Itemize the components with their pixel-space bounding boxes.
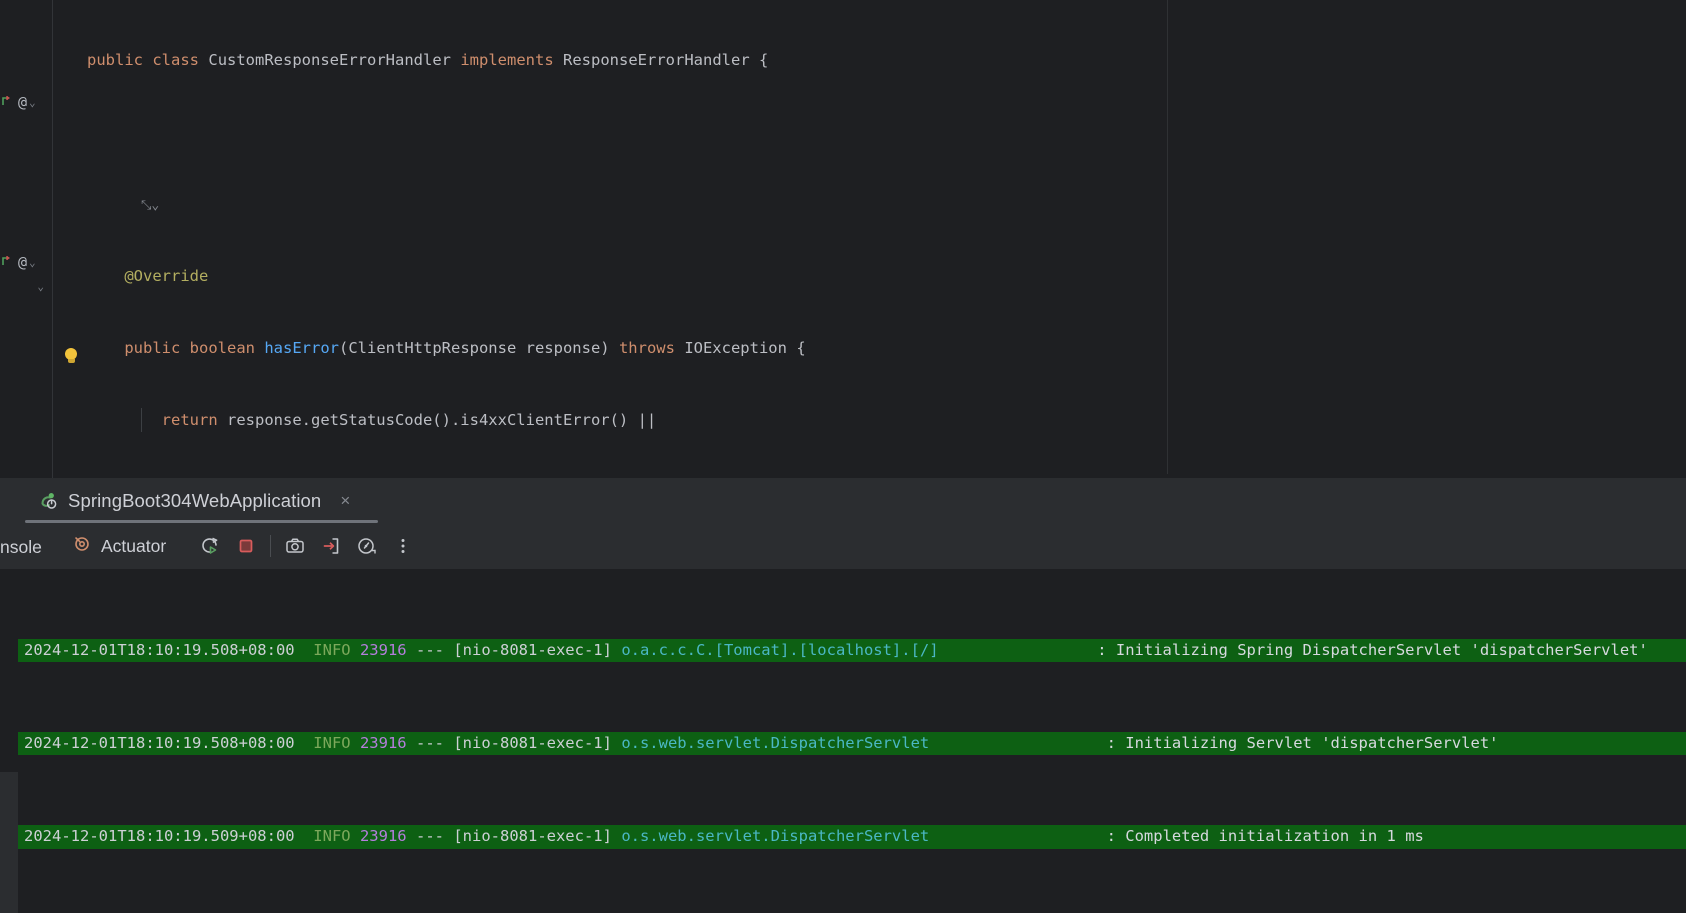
gutter-fold-chevron[interactable]: ⌄ xyxy=(0,274,52,298)
gutter-override-marker-haserror[interactable]: @ ⌄ xyxy=(0,90,52,114)
log-message: : Completed initialization in 1 ms xyxy=(1106,827,1424,846)
log-separator: --- xyxy=(415,734,444,753)
code-content[interactable]: public class CustomResponseErrorHandler … xyxy=(53,0,1686,913)
log-timestamp: 2024-12-01T18:10:19.509+08:00 xyxy=(24,827,295,846)
run-tab-bar: SpringBoot304WebApplication × xyxy=(0,478,1686,523)
code-line: return response.getStatusCode().is4xxCli… xyxy=(53,408,1686,432)
console-output[interactable]: 2024-12-01T18:10:19.508+08:00 INFO 23916… xyxy=(18,569,1686,913)
log-logger: o.s.web.servlet.DispatcherServlet xyxy=(621,827,930,846)
close-icon[interactable]: × xyxy=(340,492,350,509)
override-at-icon[interactable]: @ xyxy=(18,253,27,271)
run-tab-label: SpringBoot304WebApplication xyxy=(68,489,322,511)
log-logger: o.a.c.c.C.[Tomcat].[localhost].[/] xyxy=(621,640,939,659)
implemented-method-icon[interactable] xyxy=(0,94,16,110)
gutter-override-marker-handleerror[interactable]: @ ⌄ xyxy=(0,250,52,274)
log-row: 2024-12-01T18:10:19.509+08:00 INFO 23916… xyxy=(18,825,1686,849)
more-options-button[interactable] xyxy=(385,531,421,561)
run-tool-window: SpringBoot304WebApplication × nsole Actu… xyxy=(0,478,1686,913)
log-message: : Initializing Spring DispatcherServlet … xyxy=(1097,640,1648,659)
tab-console[interactable]: nsole xyxy=(0,537,42,558)
actuator-icon xyxy=(70,533,92,559)
dump-threads-button[interactable] xyxy=(313,531,349,561)
log-pid: 23916 xyxy=(359,640,407,659)
editor-gutter[interactable]: @ ⌄ @ ⌄ ⌄ xyxy=(0,0,52,478)
log-pid: 23916 xyxy=(359,827,407,846)
log-thread: [nio-8081-exec-1] xyxy=(453,734,612,753)
ide-window: @ ⌄ @ ⌄ ⌄ public class CustomResponseErr… xyxy=(0,0,1686,913)
log-separator: --- xyxy=(415,640,444,659)
log-message: : Initializing Servlet 'dispatcherServle… xyxy=(1106,734,1499,753)
screenshot-button[interactable] xyxy=(277,531,313,561)
log-separator: --- xyxy=(415,827,444,846)
profiler-button[interactable] xyxy=(349,531,385,561)
chevron-down-icon[interactable]: ⌄ xyxy=(29,256,36,269)
spring-boot-run-icon xyxy=(39,491,59,511)
log-row: 2024-12-01T18:10:19.508+08:00 INFO 23916… xyxy=(18,732,1686,756)
log-thread: [nio-8081-exec-1] xyxy=(453,827,612,846)
run-toolbar: nsole Actuator xyxy=(0,523,1686,569)
override-at-icon[interactable]: @ xyxy=(18,93,27,111)
run-toolbar-buttons xyxy=(192,531,421,561)
stop-button[interactable] xyxy=(228,531,264,561)
log-timestamp: 2024-12-01T18:10:19.508+08:00 xyxy=(24,640,295,659)
run-tab-springboot304webapplication[interactable]: SpringBoot304WebApplication × xyxy=(25,478,362,523)
log-logger: o.s.web.servlet.DispatcherServlet xyxy=(621,734,930,753)
log-level: INFO xyxy=(313,734,351,753)
code-line: public class CustomResponseErrorHandler … xyxy=(87,51,769,69)
chevron-down-icon[interactable]: ⌄ xyxy=(37,280,44,293)
code-line-fold-marker[interactable]: ⤡⌄ xyxy=(53,192,1686,216)
toolbar-separator xyxy=(270,535,271,557)
tab-actuator[interactable]: Actuator xyxy=(70,531,166,561)
log-level: INFO xyxy=(313,640,351,659)
log-level: INFO xyxy=(313,827,351,846)
code-line: public boolean hasError(ClientHttpRespon… xyxy=(124,339,806,357)
actuator-label: Actuator xyxy=(101,535,167,556)
log-thread: [nio-8081-exec-1] xyxy=(453,640,612,659)
log-timestamp: 2024-12-01T18:10:19.508+08:00 xyxy=(24,734,295,753)
code-editor[interactable]: @ ⌄ @ ⌄ ⌄ public class CustomResponseErr… xyxy=(0,0,1686,913)
log-pid: 23916 xyxy=(359,734,407,753)
log-row: 2024-12-01T18:10:19.508+08:00 INFO 23916… xyxy=(18,638,1686,663)
code-line: @Override xyxy=(124,267,209,285)
implemented-method-icon[interactable] xyxy=(0,254,16,270)
rerun-button[interactable] xyxy=(192,531,228,561)
console-left-gutter-dark xyxy=(0,569,18,772)
chevron-down-icon[interactable]: ⌄ xyxy=(29,96,36,109)
